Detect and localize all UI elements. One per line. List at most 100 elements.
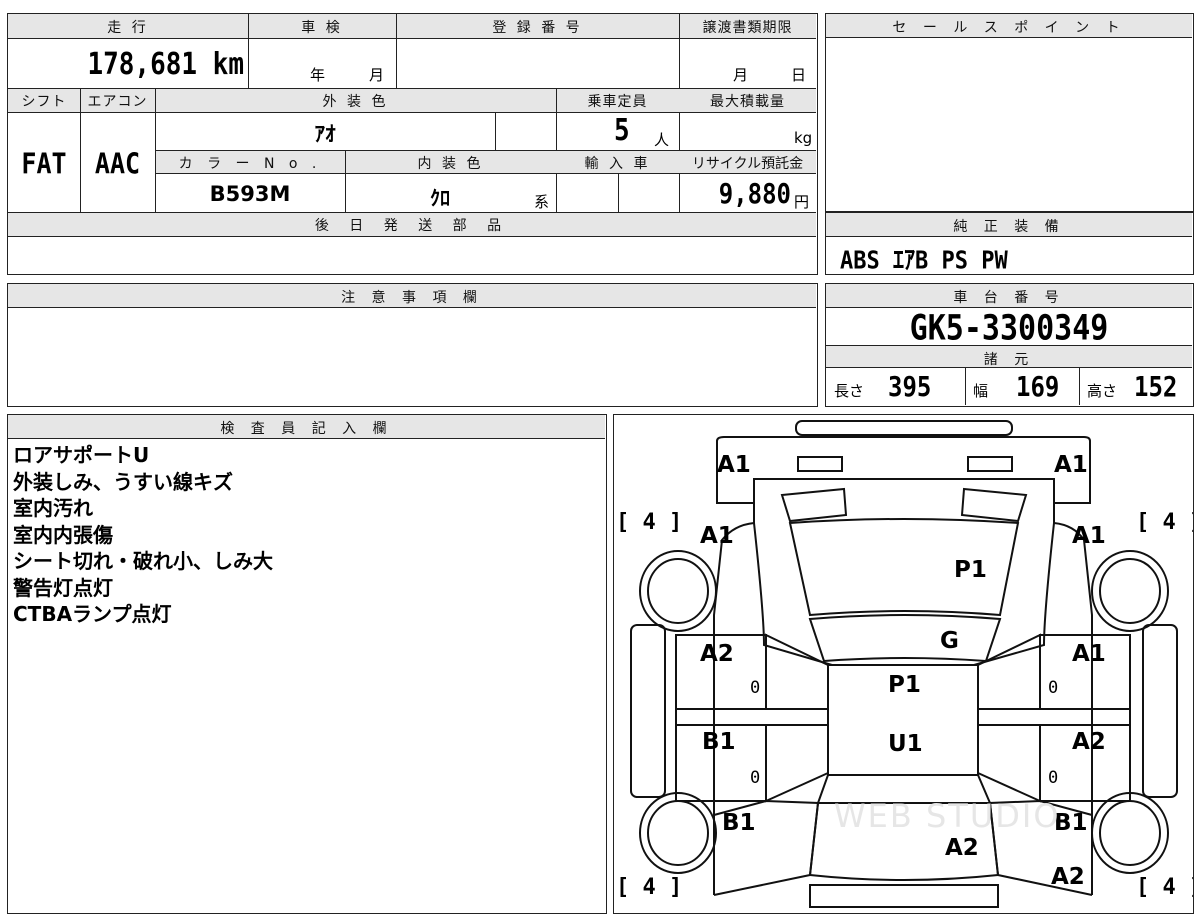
max-load-unit: kg <box>794 129 813 147</box>
exterior-color-header: 外 装 色 <box>322 94 389 110</box>
tyre-mark-rear-left: [ 4 ] <box>616 875 683 900</box>
height-label: 高さ <box>1087 382 1118 400</box>
label-windshield: G <box>940 628 959 654</box>
tyre-mark-front-left: [ 4 ] <box>616 510 683 535</box>
standard-equipment-header: 純 正 装 備 <box>826 213 1192 237</box>
length-label: 長さ <box>834 382 865 400</box>
inspector-notes-list: ロアサポートU 外装しみ、うすい線キズ 室内汚れ 室内内張傷 シート切れ・破れ小… <box>13 442 273 628</box>
shift-header: シフト <box>21 94 67 110</box>
wheel-front-left <box>639 550 717 632</box>
transfer-month: 月 <box>733 66 749 84</box>
aircon-value: AAC <box>94 146 141 181</box>
label-right-front-door: A1 <box>1072 641 1106 667</box>
right-rear-window <box>977 724 1041 803</box>
height-value: 152 <box>1134 370 1178 404</box>
wheel-rear-left-inner <box>647 800 709 866</box>
mileage-value: 178,681 km <box>87 47 244 83</box>
inspection-header: 車 検 <box>301 20 343 36</box>
grille-right <box>960 487 1028 523</box>
door-zero-left-rear: 0 <box>750 768 761 788</box>
interior-color-value: ｸﾛ <box>430 186 450 210</box>
tyre-mark-front-right: [ 4 ] <box>1136 510 1193 535</box>
label-roof: P1 <box>888 672 921 698</box>
right-step <box>1142 624 1178 798</box>
label-rear-right: A2 <box>1051 864 1085 890</box>
label-left-rear-door: B1 <box>702 729 736 755</box>
length-value: 395 <box>888 370 932 404</box>
width-value: 169 <box>1016 370 1060 404</box>
parts-later-header: 後 日 発 送 部 品 <box>314 218 510 234</box>
note-line: 外装しみ、うすい線キズ <box>13 469 233 494</box>
label-left-rear-quarter: B1 <box>722 810 756 836</box>
sales-point-header: セ ー ル ス ポ イ ン ト <box>826 14 1192 38</box>
wheel-front-right <box>1091 550 1169 632</box>
inspector-box: 検 査 員 記 入 欄 ロアサポートU 外装しみ、うすい線キズ 室内汚れ 室内内… <box>7 414 607 914</box>
registration-header: 登 録 番 号 <box>492 20 583 36</box>
vehicle-info-table: 走 行 車 検 登 録 番 号 譲渡書類期限 178,681 km 年 月 月 … <box>7 13 818 275</box>
wheel-rear-left-right <box>1091 792 1169 874</box>
body-side-outline <box>753 503 1055 666</box>
label-right-rear-door: A2 <box>1072 729 1106 755</box>
label-left-front-fender: A1 <box>700 523 734 549</box>
shift-value: FAT <box>21 146 67 181</box>
import-header: 輸 入 車 <box>584 156 651 172</box>
right-pillar <box>977 708 1131 726</box>
grille-left <box>780 487 848 523</box>
max-load-header: 最大積載量 <box>710 94 785 110</box>
right-front-window <box>977 633 1041 710</box>
color-no-value: B593M <box>209 182 291 206</box>
standard-equipment-box: 純 正 装 備 ABS ｴｱB PS PW <box>825 212 1194 275</box>
chassis-box: 車 台 番 号 GK5-3300349 諸 元 長さ 395 幅 169 高さ … <box>825 283 1194 407</box>
label-hood: P1 <box>954 557 987 583</box>
windshield <box>808 614 1002 663</box>
interior-color-header: 内 装 色 <box>417 156 484 172</box>
recycle-header: リサイクル預託金 <box>691 156 804 172</box>
note-line: 警告灯点灯 <box>13 575 113 600</box>
recycle-amount: 9,880 <box>718 177 791 211</box>
wheel-rear-left <box>639 792 717 874</box>
exterior-color-value: ｱｵ <box>314 122 336 146</box>
note-line: ロアサポートU <box>13 443 150 467</box>
watermark-text: WEB STUDIO <box>834 797 1061 835</box>
chassis-number: GK5-3300349 <box>909 308 1109 349</box>
front-body <box>716 436 1091 504</box>
label-trunk: A2 <box>945 835 979 861</box>
label-right-front-fender: A1 <box>1072 523 1106 549</box>
door-zero-left-front: 0 <box>750 678 761 698</box>
headlight-right <box>967 456 1013 472</box>
notes-box: 注 意 事 項 欄 <box>7 283 818 407</box>
width-label: 幅 <box>973 382 989 400</box>
label-roof-rear: U1 <box>888 731 923 757</box>
left-step <box>630 624 666 798</box>
standard-equipment-value: ABS ｴｱB PS PW <box>840 246 1008 276</box>
door-zero-right-rear: 0 <box>1048 768 1059 788</box>
mileage-header: 走 行 <box>107 20 149 36</box>
notes-header: 注 意 事 項 欄 <box>8 284 816 308</box>
tyre-mark-rear-right: [ 4 ] <box>1136 875 1193 900</box>
note-line: 室内内張傷 <box>13 522 113 547</box>
capacity-value: 5 <box>614 113 630 149</box>
note-line: シート切れ・破れ小、しみ大 <box>13 549 273 573</box>
recycle-unit: 円 <box>794 193 810 211</box>
inspection-month: 月 <box>369 66 385 84</box>
door-zero-right-front: 0 <box>1048 678 1059 698</box>
transfer-deadline-header: 譲渡書類期限 <box>702 20 793 36</box>
label-front-right: A1 <box>1054 452 1088 478</box>
wheel-front-right-inner <box>1099 558 1161 624</box>
rear-bumper <box>809 884 999 908</box>
front-bumper-top <box>795 420 1013 436</box>
wheel-rear-right-inner <box>1099 800 1161 866</box>
capacity-unit: 人 <box>654 131 670 149</box>
inspector-header: 検 査 員 記 入 欄 <box>8 415 605 439</box>
wheel-front-left-inner <box>647 558 709 624</box>
sales-point-box: セ ー ル ス ポ イ ン ト <box>825 13 1194 212</box>
note-line: CTBAランプ点灯 <box>13 602 172 626</box>
aircon-header: エアコン <box>87 94 148 110</box>
left-rear-window <box>765 724 829 803</box>
specs-header: 諸 元 <box>826 345 1192 368</box>
color-no-header: カ ラ ー N o . <box>178 156 322 172</box>
chassis-header: 車 台 番 号 <box>826 284 1192 308</box>
inspection-year: 年 <box>310 66 326 84</box>
transfer-day: 日 <box>791 66 807 84</box>
note-line: 室内汚れ <box>13 496 93 520</box>
